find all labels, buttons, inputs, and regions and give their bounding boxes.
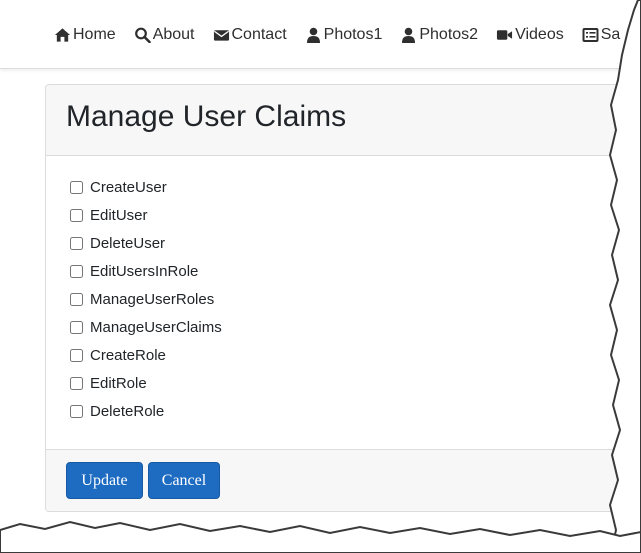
claim-label: ManageUserRoles [90,290,215,308]
nav-label-contact: Contact [231,26,287,43]
card-header: Manage User Claims [46,85,641,156]
claim-label: EditUsersInRole [90,262,199,280]
update-button[interactable]: Update [66,462,143,499]
claim-checkbox[interactable] [70,320,83,334]
nav-label-about: About [152,26,195,43]
claim-checkbox[interactable] [70,208,83,222]
list-icon [582,28,599,42]
claim-checkbox[interactable] [70,292,83,306]
cancel-button[interactable]: Cancel [148,462,220,499]
top-navbar: Home About Contact Photos1 Photos2 Video… [0,0,641,69]
video-camera-icon [497,30,513,40]
claim-delete-user[interactable]: DeleteUser [70,229,222,257]
claim-label: EditRole [90,374,147,392]
claim-manage-user-claims[interactable]: ManageUserClaims [70,313,222,341]
claim-label: ManageUserClaims [90,318,222,336]
claim-edit-user[interactable]: EditUser [70,201,222,229]
nav-menu: Home About Contact Photos1 Photos2 Video… [54,24,638,46]
nav-label-photos2: Photos2 [419,26,479,43]
claim-label: CreateUser [90,178,167,196]
torn-edge-bottom [0,520,641,553]
claim-edit-users-in-role[interactable]: EditUsersInRole [70,257,222,285]
nav-item-photos2[interactable]: Photos2 [400,24,478,46]
nav-item-sa[interactable]: Sa [582,24,621,46]
claim-checkbox[interactable] [70,404,83,418]
page-title: Manage User Claims [66,100,347,133]
claims-list: CreateUser EditUser DeleteUser EditUsers… [70,173,222,425]
claim-delete-role[interactable]: DeleteRole [70,397,222,425]
user-icon [402,27,416,43]
nav-item-about[interactable]: About [134,24,195,46]
user-icon [306,27,320,43]
manage-claims-card: Manage User Claims CreateUser EditUser D… [45,84,641,512]
claim-label: DeleteRole [90,402,165,420]
claim-checkbox[interactable] [70,376,83,390]
claim-label: CreateRole [90,346,166,364]
home-icon [54,28,71,42]
nav-label-home: Home [73,26,116,43]
search-icon [134,27,151,43]
claim-create-user[interactable]: CreateUser [70,173,222,201]
nav-item-contact[interactable]: Contact [213,24,287,46]
nav-label-videos: Videos [515,26,564,43]
envelope-icon [213,30,229,41]
claim-label: DeleteUser [90,234,166,252]
nav-label-sa: Sa [600,26,621,43]
claim-checkbox[interactable] [70,264,83,278]
claim-checkbox[interactable] [70,180,83,194]
claim-edit-role[interactable]: EditRole [70,369,222,397]
nav-item-home[interactable]: Home [54,24,116,46]
nav-item-videos[interactable]: Videos [496,24,564,46]
card-footer: Update Cancel [46,449,641,511]
claim-checkbox[interactable] [70,348,83,362]
claim-create-role[interactable]: CreateRole [70,341,222,369]
claim-checkbox[interactable] [70,236,83,250]
nav-label-photos1: Photos1 [323,26,383,43]
claim-manage-user-roles[interactable]: ManageUserRoles [70,285,222,313]
nav-item-photos1[interactable]: Photos1 [305,24,383,46]
claim-label: EditUser [90,206,148,224]
